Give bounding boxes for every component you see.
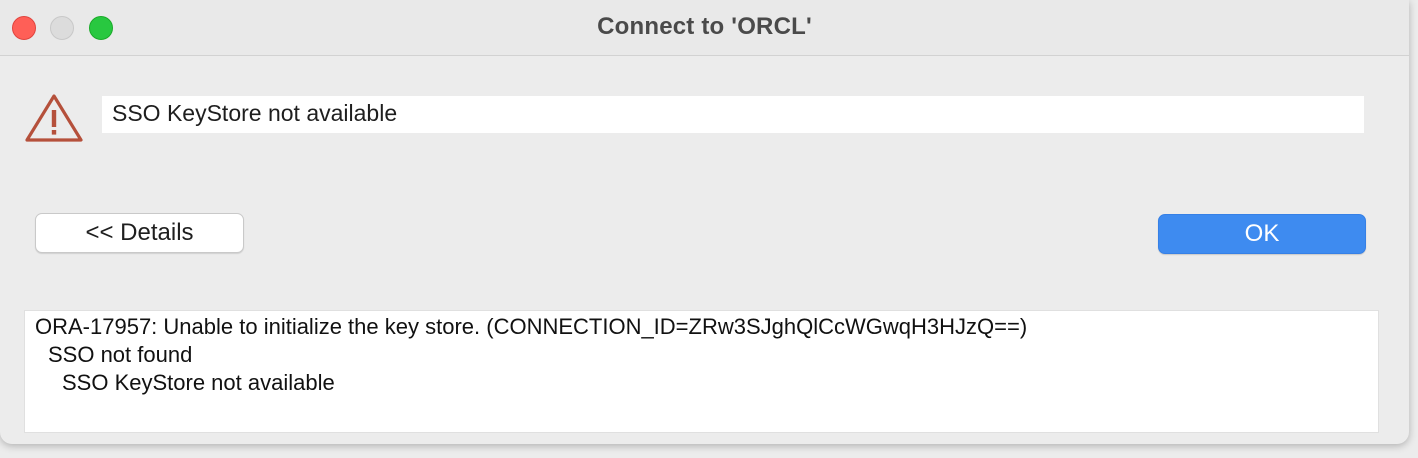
connect-dialog: Connect to 'ORCL' SSO KeyStore not avail… [0,0,1409,444]
title-bar: Connect to 'ORCL' [0,0,1409,56]
warning-triangle-icon [25,94,83,142]
details-line-error-code: ORA-17957: Unable to initialize the key … [35,314,1028,339]
details-line-keystore: SSO KeyStore not available [62,370,335,395]
window-title: Connect to 'ORCL' [597,13,812,40]
alert-message: SSO KeyStore not available [112,100,398,126]
error-details-text-area[interactable]: ORA-17957: Unable to initialize the key … [24,310,1379,433]
details-button[interactable]: << Details [35,213,244,253]
details-line-sso-not-found: SSO not found [48,342,193,367]
alert-message-field: SSO KeyStore not available [102,96,1364,133]
ok-button[interactable]: OK [1158,214,1366,254]
